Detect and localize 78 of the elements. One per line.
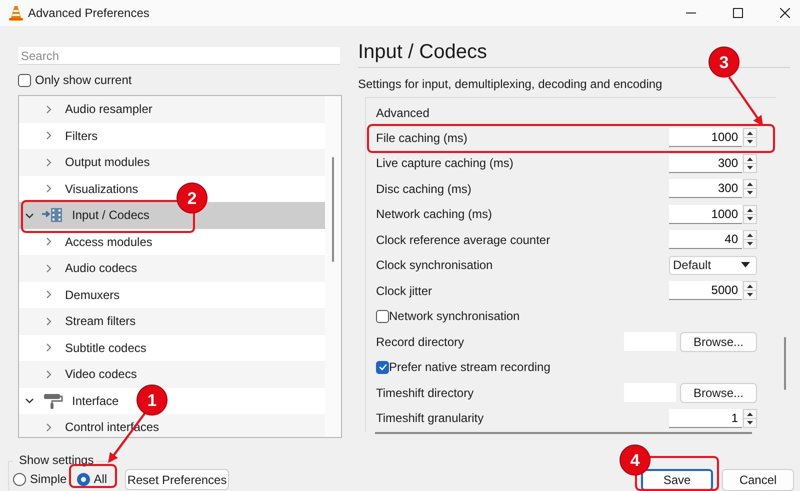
panel-description: Settings for input, demultiplexing, decoding and encoding xyxy=(358,77,664,91)
step-badge: 3 xyxy=(708,46,740,78)
group-title: Advanced xyxy=(376,106,430,120)
browse-button[interactable]: Browse... xyxy=(680,382,757,403)
radio-label: All xyxy=(94,472,108,486)
scrollbar[interactable] xyxy=(784,337,786,390)
paint-roller-icon xyxy=(42,392,64,409)
close-icon[interactable] xyxy=(780,8,790,18)
tree-item[interactable]: Video codecs xyxy=(19,361,325,388)
radio-button[interactable] xyxy=(76,472,90,486)
setting-label: Timeshift granularity xyxy=(376,411,485,426)
arrow xyxy=(728,76,763,126)
step-badge: 2 xyxy=(176,182,208,214)
number-field[interactable]: 300 xyxy=(669,179,742,198)
spin-arrows-icon[interactable] xyxy=(743,128,757,148)
maximize-icon[interactable] xyxy=(733,8,743,18)
number-field[interactable]: 40 xyxy=(669,230,742,250)
checkbox[interactable] xyxy=(18,74,31,86)
setting-label: Clock jitter xyxy=(376,284,434,298)
radio-button[interactable] xyxy=(13,472,26,486)
checkbox[interactable] xyxy=(376,360,389,374)
tree-item[interactable]: Output modules xyxy=(19,149,325,176)
window-title: Advanced Preferences xyxy=(28,6,150,20)
setting-label: Live capture caching (ms) xyxy=(376,156,514,170)
tree-item-label: Audio resampler xyxy=(65,102,152,116)
checkbox-label: Only show current xyxy=(35,73,132,87)
tree-item-label: Video codecs xyxy=(65,367,137,382)
radio-label: Simple xyxy=(30,472,67,486)
panel-title: Input / Codecs xyxy=(358,40,487,64)
group-title: Show settings xyxy=(13,453,96,467)
tree-item-label: Interface xyxy=(72,394,119,408)
caret-icon xyxy=(741,262,750,268)
setting-label: Disc caching (ms) xyxy=(376,182,472,196)
tree-item-label: Stream filters xyxy=(65,314,136,328)
tree-item-label: Subtitle codecs xyxy=(65,340,146,355)
chevron-icon[interactable] xyxy=(25,210,34,220)
spin-arrows-icon[interactable] xyxy=(743,179,757,198)
tree-item-label: Filters xyxy=(65,128,98,143)
step-badge: 4 xyxy=(620,444,650,476)
number-field[interactable]: 1000 xyxy=(669,128,742,148)
number-field[interactable]: 5000 xyxy=(669,281,742,300)
tree-item-label: Visualizations xyxy=(65,182,138,196)
spin-arrows-icon[interactable] xyxy=(743,204,757,224)
tree-item[interactable]: Audio resampler xyxy=(19,96,325,122)
setting-label: Network caching (ms) xyxy=(376,207,494,222)
setting-label: Record directory xyxy=(376,334,466,349)
number-field[interactable]: 1000 xyxy=(669,204,742,224)
checkbox[interactable] xyxy=(376,310,389,323)
chevron-icon[interactable] xyxy=(25,396,34,406)
spin-arrows-icon[interactable] xyxy=(743,408,757,428)
dropdown[interactable]: Default xyxy=(669,256,757,275)
number-field[interactable]: 300 xyxy=(669,154,742,173)
spin-arrows-icon[interactable] xyxy=(743,154,757,173)
tree-item[interactable]: Audio codecs xyxy=(19,255,325,282)
setting-label: File caching (ms) xyxy=(376,130,468,145)
number-field[interactable]: 1 xyxy=(669,408,742,428)
tree-item-label: Demuxers xyxy=(65,288,120,302)
traffic-cone-icon xyxy=(8,5,24,21)
scrollbar[interactable] xyxy=(375,432,752,434)
tree-item-label: Audio codecs xyxy=(65,261,138,276)
tree-item-label: Access modules xyxy=(65,234,152,249)
step-badge: 1 xyxy=(136,384,168,416)
checkbox-label: Prefer native stream recording xyxy=(389,360,550,374)
setting-label: Clock reference average counter xyxy=(376,232,552,247)
search-field[interactable]: Search xyxy=(18,47,340,65)
tree-item-label: Output modules xyxy=(65,155,150,170)
browse-button[interactable]: Browse... xyxy=(680,332,757,352)
checkbox-label: Network synchronisation xyxy=(389,309,520,324)
setting-label: Clock synchronisation xyxy=(376,258,494,272)
spin-arrows-icon[interactable] xyxy=(743,230,757,250)
scrollbar[interactable] xyxy=(325,96,341,437)
dialog-button[interactable]: Cancel xyxy=(722,469,794,491)
tree-item[interactable]: Stream filters xyxy=(19,308,325,334)
tree-item-label: Input / Codecs xyxy=(72,208,150,222)
reset-button[interactable]: Reset Preferences xyxy=(125,469,230,490)
spin-arrows-icon[interactable] xyxy=(743,281,757,300)
input-film-icon xyxy=(42,207,64,224)
setting-label: Timeshift directory xyxy=(376,386,475,400)
